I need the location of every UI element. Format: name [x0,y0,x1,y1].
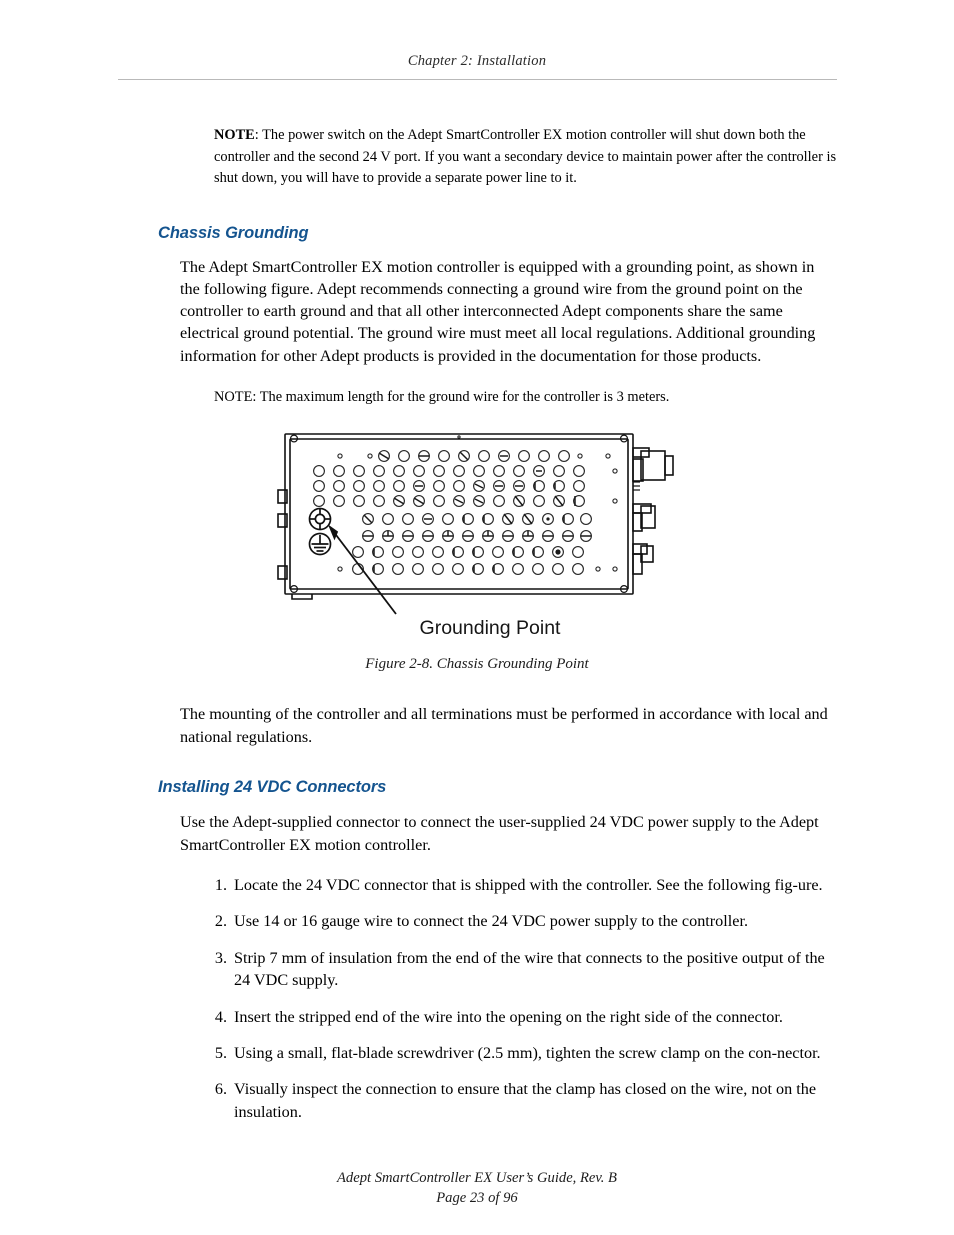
list-item-text: Visually inspect the connection to ensur… [234,1080,817,1121]
grounding-point-callout-label: Grounding Point [419,617,561,640]
section-heading-installing-24vdc: Installing 24 VDC Connectors [158,778,387,797]
chassis-grounding-paragraph: The Adept SmartController EX motion cont… [180,257,816,365]
list-item: 3. Strip 7 mm of insulation from the end… [205,947,839,992]
vent-hole-grid [313,450,618,576]
list-item-number: 3. [214,948,227,967]
controller-rear-panel-drawing [272,426,682,616]
list-item-number: 1. [214,876,227,895]
list-item-text: Strip 7 mm of insulation from the end of… [234,948,825,990]
note-label: NOTE [214,388,253,405]
note-label: NOTE [214,127,255,143]
list-item-number: 4. [214,1007,227,1026]
installation-steps-list: 1. Locate the 24 VDC connector that is s… [0,874,954,1123]
list-item-text: Locate the 24 VDC connector that is ship… [234,876,823,895]
circled-earth-ground-symbol [308,533,332,556]
list-item-text: Using a small, flat-blade screwdriver (2… [234,1044,821,1063]
note-text: : The maximum length for the ground wire… [252,388,670,405]
figure-chassis-grounding-point: Grounding Point Figure 2-8. Chassis Grou… [0,426,954,673]
list-item: 2. Use 14 or 16 gauge wire to connect th… [205,910,839,932]
note-power-switch: NOTE: The power switch on the Adept Smar… [214,125,838,190]
chapter-title: Chapter 2: Installation [407,53,547,69]
figure-caption: Figure 2-8. Chassis Grounding Point [365,656,589,673]
footer-guide-title: Adept SmartController EX User’s Guide, R… [337,1170,617,1186]
list-item-text: Insert the stripped end of the wire into… [234,1007,783,1026]
page-footer: Adept SmartController EX User’s Guide, R… [0,1168,954,1208]
section-heading-chassis-grounding: Chassis Grounding [158,223,309,242]
list-item-number: 6. [214,1080,227,1099]
circled-screw-symbol [308,508,332,531]
note-text: : The power switch on the Adept SmartCon… [214,127,837,187]
callout-leader-line [327,524,397,615]
list-item: 1. Locate the 24 VDC connector that is s… [205,874,839,896]
list-item-text: Use 14 or 16 gauge wire to connect the 2… [234,912,748,931]
list-item-number: 5. [214,1044,227,1063]
list-item: 6. Visually inspect the connection to en… [205,1078,839,1123]
list-item: 5. Using a small, flat-blade screwdriver… [205,1042,839,1064]
installing-24vdc-intro: Use the Adept-supplied connector to conn… [180,813,819,854]
list-item-number: 2. [214,912,227,931]
footer-page-number: Page 23 of 96 [436,1190,518,1206]
note-ground-wire-length: NOTE: The maximum length for the ground … [214,387,838,409]
controller-line-art-svg [277,433,674,615]
list-item: 4. Insert the stripped end of the wire i… [205,1006,839,1028]
running-header: Chapter 2: Installation [0,52,954,70]
vent-hole-artifacts [363,451,591,574]
mounting-paragraph: The mounting of the controller and all t… [180,705,828,746]
header-divider [118,79,837,80]
page-content: NOTE: The power switch on the Adept Smar… [0,125,954,1137]
